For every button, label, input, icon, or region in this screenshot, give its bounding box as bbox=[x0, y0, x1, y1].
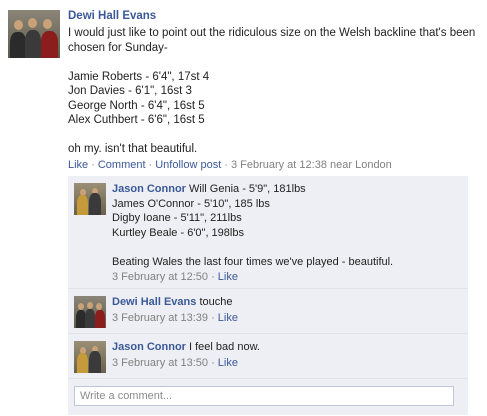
post-message: I would just like to point out the ridic… bbox=[68, 27, 476, 155]
comment-meta: 3 February at 13:50 · Like bbox=[112, 356, 238, 369]
comment-body: Dewi Hall Evans touche 3 February at 13:… bbox=[112, 295, 462, 325]
comment-body: Jason Connor I feel bad now. 3 February … bbox=[112, 340, 462, 370]
author-avatar[interactable] bbox=[8, 10, 60, 58]
comment-text: I feel bad now. bbox=[189, 341, 260, 353]
commenter-avatar[interactable] bbox=[74, 341, 106, 373]
post-author-name[interactable]: Dewi Hall Evans bbox=[68, 10, 156, 22]
comment-item: Jason Connor I feel bad now. 3 February … bbox=[68, 334, 468, 379]
comment-link[interactable]: Comment bbox=[98, 159, 146, 171]
comment-text-block: Jason Connor I feel bad now. bbox=[112, 340, 462, 355]
comment-text-block: Jason Connor Will Genia - 5'9", 181lbs J… bbox=[112, 182, 462, 269]
comment-like-link[interactable]: Like bbox=[218, 357, 238, 369]
comment-like-link[interactable]: Like bbox=[218, 312, 238, 324]
comment-author-name[interactable]: Jason Connor bbox=[112, 341, 186, 353]
comment-author-name[interactable]: Jason Connor bbox=[112, 183, 186, 195]
commenter-avatar[interactable] bbox=[74, 296, 106, 328]
commenter-avatar[interactable] bbox=[74, 183, 106, 215]
comment-author-name[interactable]: Dewi Hall Evans bbox=[112, 296, 196, 308]
separator-dot: · bbox=[91, 159, 95, 171]
comments-list: Jason Connor Will Genia - 5'9", 181lbs J… bbox=[68, 176, 468, 416]
post-timestamp[interactable]: 3 February at 12:38 bbox=[231, 159, 327, 171]
comment-body: Jason Connor Will Genia - 5'9", 181lbs J… bbox=[112, 182, 462, 285]
comment-meta: 3 February at 13:39 · Like bbox=[112, 311, 238, 324]
post-actions: Like · Comment · Unfollow post · 3 February at… bbox=[68, 159, 392, 171]
separator-dot: · bbox=[224, 159, 228, 171]
comment-like-link[interactable]: Like bbox=[218, 271, 238, 283]
comment-text: Will Genia - 5'9", 181lbs James O'Connor… bbox=[112, 183, 394, 268]
comment-meta: 3 February at 12:50 · Like bbox=[112, 271, 238, 283]
like-link[interactable]: Like bbox=[68, 159, 88, 171]
write-comment-area bbox=[68, 379, 468, 415]
unfollow-post-link[interactable]: Unfollow post bbox=[155, 159, 221, 171]
separator-dot: · bbox=[148, 159, 153, 171]
comment-input[interactable] bbox=[74, 386, 454, 406]
comment-text-block: Dewi Hall Evans touche bbox=[112, 295, 462, 310]
post-location[interactable]: near London bbox=[330, 159, 392, 171]
comment-item: Dewi Hall Evans touche 3 February at 13:… bbox=[68, 289, 468, 334]
comment-timestamp[interactable]: 3 February at 13:39 bbox=[112, 312, 208, 324]
comment-timestamp[interactable]: 3 February at 12:50 bbox=[112, 271, 208, 283]
comment-timestamp[interactable]: 3 February at 13:50 bbox=[112, 357, 208, 369]
comment-text: touche bbox=[199, 296, 233, 308]
comment-item: Jason Connor Will Genia - 5'9", 181lbs J… bbox=[68, 176, 468, 289]
